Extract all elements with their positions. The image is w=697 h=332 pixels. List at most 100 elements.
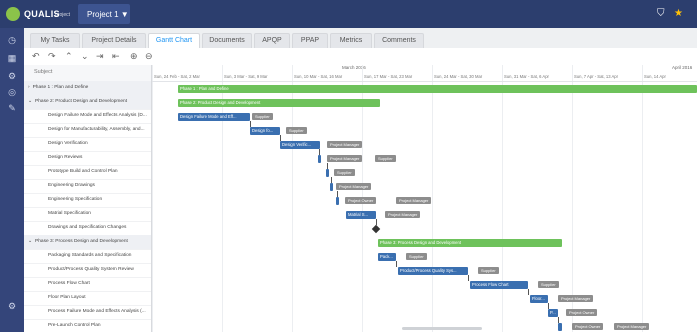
task-row[interactable]: Design Verification — [24, 137, 151, 152]
phase-row[interactable]: › Phase 1 : Plan and Define — [24, 81, 151, 96]
dependency-line — [376, 219, 377, 225]
left-sidebar: ◷ ▦ ⚙ ◎ ✎ ⚙ — [0, 28, 24, 332]
task-row[interactable]: Process Failure Mode and Effects Analysi… — [24, 305, 151, 320]
task-row[interactable]: Engineering Drawings — [24, 179, 151, 194]
pqs-resource: Supplier — [478, 267, 499, 274]
week-gridline — [572, 65, 573, 332]
project-selector[interactable]: Project 1 ▼ — [78, 4, 130, 24]
eng-spec-bar[interactable] — [336, 197, 339, 205]
redo-icon[interactable]: ↷ — [48, 51, 56, 62]
dependency-line — [280, 135, 281, 141]
zoom-in-icon[interactable]: ⊕ — [130, 51, 138, 62]
phase-row[interactable]: ⌄ Phase 3: Process Design and Development — [24, 235, 151, 250]
dashboard-icon[interactable]: ◷ — [6, 34, 18, 46]
week-header: Sun, 10 Mar - Sat, 16 Mar — [294, 74, 343, 79]
expand-chevron-icon[interactable]: › — [28, 85, 30, 90]
expand-chevron-icon[interactable]: ⌄ — [28, 239, 32, 244]
week-gridline — [152, 65, 153, 332]
month-label-april: April 2016 — [672, 65, 693, 70]
prototype-resource: Supplier — [334, 169, 355, 176]
task-row[interactable]: Process Flow Chart — [24, 277, 151, 292]
tab-bar: My Tasks Project Details Gantt Chart Doc… — [24, 28, 697, 48]
week-header: Sun, 31 Mar - Sat, 6 Apr — [504, 74, 549, 79]
app-logo — [6, 7, 20, 21]
task-list-pane: Subject › Phase 1 : Plan and Define ⌄ Phase… — [24, 65, 152, 332]
week-gridline — [642, 65, 643, 332]
dependency-line — [558, 317, 559, 323]
pfmea-resource: Project Owner — [566, 309, 598, 316]
target-icon[interactable]: ◎ — [6, 86, 18, 98]
zoom-out-icon[interactable]: ⊖ — [145, 51, 153, 62]
calendar-icon[interactable]: ▦ — [6, 52, 18, 64]
task-row[interactable]: Drawings and Specification Changes — [24, 221, 151, 236]
undo-icon[interactable]: ↶ — [32, 51, 40, 62]
task-row[interactable]: Design for Manufacturability, Assembly, … — [24, 123, 151, 138]
week-header: Sun, 3 Mar - Sat, 9 Mar — [224, 74, 268, 79]
task-label: Packaging Standards and Specification — [48, 253, 132, 258]
tab-ppap[interactable]: PPAP — [292, 33, 328, 48]
task-row[interactable]: Prototype Build and Control Plan — [24, 165, 151, 180]
task-row[interactable]: Design Failure Mode and Effects Analysis… — [24, 109, 151, 124]
task-label: Design Verification — [48, 141, 88, 146]
star-icon[interactable]: ★ — [674, 8, 683, 19]
project-selector-label: Project 1 ▼ — [87, 10, 129, 19]
pfc-bar[interactable]: Process Flow Chart — [470, 281, 528, 289]
tab-apqp[interactable]: APQP — [254, 33, 290, 48]
task-label: Phase 1 : Plan and Define — [32, 85, 89, 90]
settings-bottom-icon[interactable]: ⚙ — [6, 300, 18, 312]
design-reviews-bar[interactable] — [318, 155, 321, 163]
week-header: Sun, 7 Apr - Sat, 13 Apr — [574, 74, 618, 79]
task-row[interactable]: Floor Plan Layout — [24, 291, 151, 306]
task-row[interactable]: Engineering Specification — [24, 193, 151, 208]
drawings-bar[interactable] — [330, 183, 333, 191]
reviews-resource-pm: Project Manager — [327, 155, 363, 162]
ms-bar[interactable]: Matrial S... — [346, 211, 376, 219]
floor-resource: Project Manager — [558, 295, 594, 302]
task-label: Prototype Build and Control Plan — [48, 169, 118, 174]
phase3-bar[interactable]: Phase 3: Process Design and Development — [378, 239, 562, 247]
brand-sub: project — [55, 12, 71, 18]
tab-my-tasks[interactable]: My Tasks — [30, 33, 80, 48]
filter-icon[interactable]: ⛉ — [657, 8, 665, 19]
dependency-line — [319, 149, 320, 155]
expand-chevron-icon[interactable]: ⌄ — [28, 99, 32, 104]
pqs-bar[interactable]: Product/Process Quality Sys... — [398, 267, 468, 275]
collapse-icon[interactable]: ⌄ — [81, 51, 89, 62]
task-row[interactable]: Design Reviews — [24, 151, 151, 166]
task-row[interactable]: Matrial Specification — [24, 207, 151, 222]
tab-documents[interactable]: Documents — [202, 33, 252, 48]
dfmea-bar[interactable]: Design Failure Mode and Eff... — [178, 113, 250, 121]
indent-icon[interactable]: ⇥ — [96, 51, 104, 62]
edit-icon[interactable]: ✎ — [6, 102, 18, 114]
settings-icon[interactable]: ⚙ — [6, 70, 18, 82]
tab-comments[interactable]: Comments — [374, 33, 424, 48]
task-label: Product/Process Quality System Review — [48, 267, 134, 272]
expand-icon[interactable]: ⌃ — [65, 51, 73, 62]
floor-bar[interactable]: Floor... — [530, 295, 548, 303]
task-row[interactable]: Product/Process Quality System Review — [24, 263, 151, 278]
prototype-bar[interactable] — [326, 169, 329, 177]
gantt-grid: Subject › Phase 1 : Plan and Define ⌄ Phase… — [24, 65, 697, 332]
tab-metrics[interactable]: Metrics — [330, 33, 372, 48]
pre-launch-bar[interactable] — [558, 323, 562, 331]
outdent-icon[interactable]: ⇤ — [112, 51, 120, 62]
task-row[interactable]: Pre-Launch Control Plan — [24, 319, 151, 332]
phase-row[interactable]: ⌄ Phase 2: Product Design and Development — [24, 95, 151, 110]
dfm-bar[interactable]: Design fo... — [250, 127, 280, 135]
milestone-diamond[interactable] — [371, 224, 381, 234]
dependency-line — [396, 261, 397, 267]
tab-project-details[interactable]: Project Details — [82, 33, 146, 48]
pfmea-bar[interactable]: P... — [548, 309, 558, 317]
eng-spec-resource-owner: Project Owner — [345, 197, 377, 204]
pack-bar[interactable]: Pack... — [378, 253, 396, 261]
dv-bar[interactable]: Design Verific... — [280, 141, 320, 149]
phase1-bar[interactable]: Phase 1 : Plan and Define — [178, 85, 697, 93]
dependency-line — [528, 289, 529, 295]
ms-resource: Project Manager — [385, 211, 421, 218]
task-row[interactable]: Packaging Standards and Specification — [24, 249, 151, 264]
reviews-resource-supplier: Supplier — [375, 155, 396, 162]
phase2-bar[interactable]: Phase 2: Product Design and Development — [178, 99, 380, 107]
tab-gantt-chart[interactable]: Gantt Chart — [148, 33, 200, 48]
horizontal-scrollbar[interactable] — [402, 327, 482, 330]
task-label: Engineering Specification — [48, 197, 103, 202]
